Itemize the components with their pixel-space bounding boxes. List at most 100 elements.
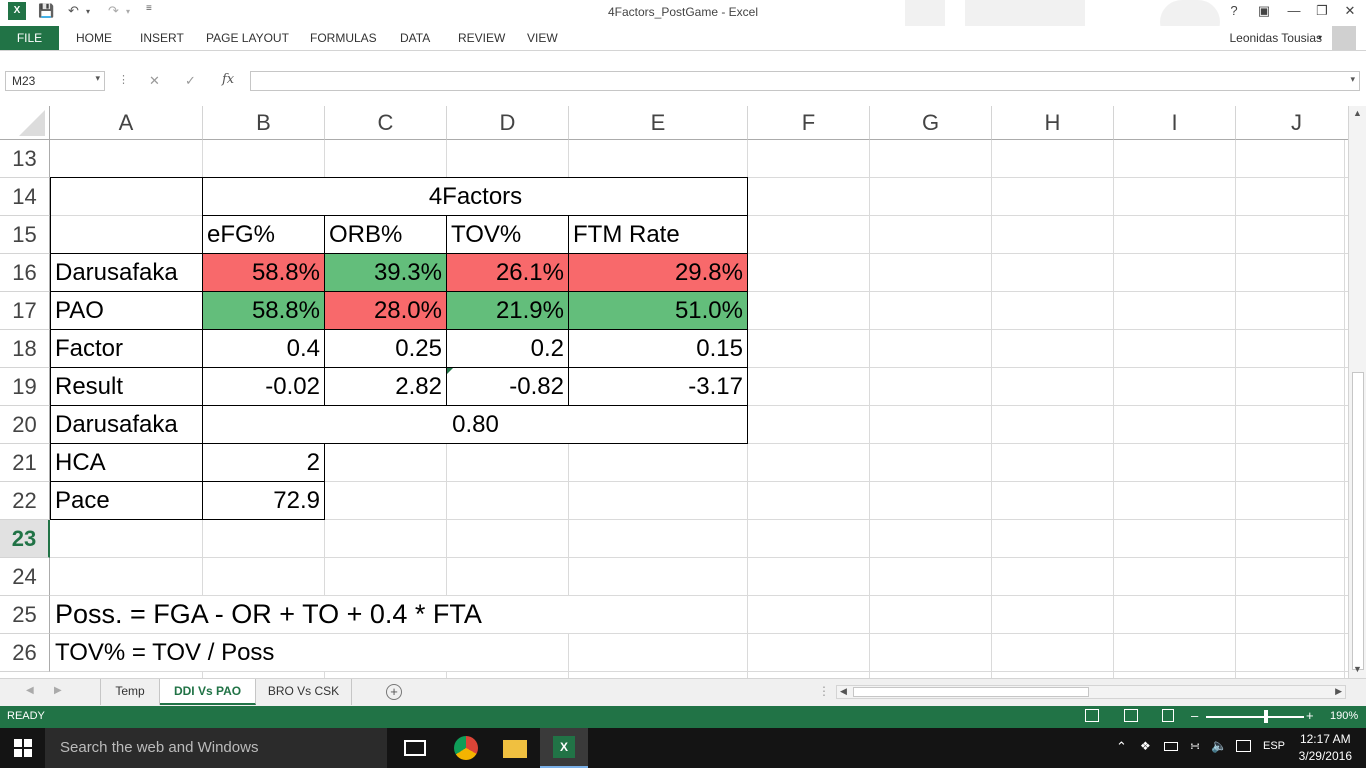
tab-data[interactable]: DATA (400, 31, 430, 45)
row-header-16[interactable]: 16 (0, 254, 50, 292)
column-header-c[interactable]: C (325, 106, 447, 140)
pao-orb[interactable]: 28.0% (325, 292, 446, 329)
horizontal-scrollbar[interactable]: ◀ ▶ (836, 685, 1346, 699)
row-header-15[interactable]: 15 (0, 216, 50, 254)
column-header-e[interactable]: E (569, 106, 748, 140)
chevron-down-icon[interactable]: ▾ (95, 73, 100, 84)
sheet-tab-bro-vs-csk[interactable]: BRO Vs CSK (256, 679, 352, 705)
tab-file[interactable]: FILE (0, 26, 59, 50)
factor-tov[interactable]: 0.2 (447, 330, 568, 367)
zoom-out-icon[interactable]: – (1191, 708, 1198, 723)
team-name-darusafaka[interactable]: Darusafaka (51, 254, 202, 291)
zoom-in-icon[interactable]: + (1306, 708, 1314, 723)
cancel-icon[interactable]: ✕ (149, 73, 160, 89)
row-header-24[interactable]: 24 (0, 558, 50, 596)
page-layout-view-icon[interactable] (1124, 709, 1138, 722)
wifi-icon[interactable]: ∺ (1190, 739, 1200, 753)
pao-efg[interactable]: 58.8% (203, 292, 324, 329)
vertical-scrollbar[interactable]: ▲ ▼ (1348, 106, 1366, 678)
scroll-right-icon[interactable]: ▶ (1335, 686, 1342, 697)
user-name[interactable]: Leonidas Tousias (1229, 31, 1322, 45)
column-header-f[interactable]: F (748, 106, 870, 140)
darusafaka-orb[interactable]: 39.3% (325, 254, 446, 291)
next-sheet-icon[interactable]: ▶ (54, 685, 62, 696)
pace-value[interactable]: 72.9 (203, 482, 324, 519)
formula-input[interactable]: ▾ (250, 71, 1360, 91)
pao-tov[interactable]: 21.9% (447, 292, 568, 329)
volume-icon[interactable]: 🔈 (1211, 738, 1227, 754)
name-box[interactable]: M23 ▾ (5, 71, 105, 91)
avatar[interactable] (1332, 26, 1356, 50)
input-language[interactable]: ESP (1263, 740, 1285, 752)
row-header-17[interactable]: 17 (0, 292, 50, 330)
factor-label-orb[interactable]: ORB% (325, 216, 446, 253)
restore-icon[interactable]: ❐ (1308, 3, 1336, 19)
expand-formula-icon[interactable]: ▾ (1350, 74, 1355, 85)
factor-row-label[interactable]: Factor (51, 330, 202, 367)
row-header-26[interactable]: 26 (0, 634, 50, 672)
column-header-a[interactable]: A (50, 106, 203, 140)
column-header-d[interactable]: D (447, 106, 569, 140)
add-sheet-icon[interactable]: + (386, 684, 402, 700)
winner-margin[interactable]: 0.80 (203, 406, 748, 443)
result-row-label[interactable]: Result (51, 368, 202, 405)
battery-icon[interactable] (1164, 742, 1178, 751)
more-icon[interactable]: ⋮ (118, 73, 129, 86)
row-header-21[interactable]: 21 (0, 444, 50, 482)
tab-view[interactable]: VIEW (527, 31, 558, 45)
factor-label-tov[interactable]: TOV% (447, 216, 568, 253)
factor-ftm[interactable]: 0.15 (569, 330, 747, 367)
prev-sheet-icon[interactable]: ◀ (26, 685, 34, 696)
zoom-slider[interactable] (1206, 716, 1304, 718)
row-header-14[interactable]: 14 (0, 178, 50, 216)
zoom-slider-handle[interactable] (1264, 710, 1268, 723)
normal-view-icon[interactable] (1085, 709, 1099, 722)
column-header-h[interactable]: H (992, 106, 1114, 140)
help-icon[interactable]: ? (1220, 3, 1248, 18)
winner-label[interactable]: Darusafaka (51, 406, 202, 443)
table-title[interactable]: 4Factors (203, 178, 748, 215)
vertical-scroll-thumb[interactable] (1352, 372, 1364, 670)
factor-label-ftm[interactable]: FTM Rate (569, 216, 747, 253)
horizontal-scroll-thumb[interactable] (853, 687, 1089, 697)
tab-formulas[interactable]: FORMULAS (310, 31, 377, 45)
darusafaka-tov[interactable]: 26.1% (447, 254, 568, 291)
sheet-tab-temp[interactable]: Temp (100, 679, 160, 705)
result-tov[interactable]: -0.82 (447, 368, 568, 405)
result-efg[interactable]: -0.02 (203, 368, 324, 405)
factor-label-efg[interactable]: eFG% (203, 216, 324, 253)
result-orb[interactable]: 2.82 (325, 368, 446, 405)
factor-orb[interactable]: 0.25 (325, 330, 446, 367)
enter-icon[interactable]: ✓ (185, 73, 196, 89)
chrome-icon[interactable] (454, 736, 478, 760)
system-clock[interactable]: 12:17 AM 3/29/2016 (1299, 731, 1352, 765)
row-header-13[interactable]: 13 (0, 140, 50, 178)
pao-ftm[interactable]: 51.0% (569, 292, 747, 329)
close-icon[interactable]: ✕ (1336, 3, 1364, 19)
row-header-18[interactable]: 18 (0, 330, 50, 368)
sheet-tab-ddi-vs-pao[interactable]: DDI Vs PAO (160, 679, 256, 705)
row-header-20[interactable]: 20 (0, 406, 50, 444)
scroll-left-icon[interactable]: ◀ (840, 686, 847, 697)
row-header-22[interactable]: 22 (0, 482, 50, 520)
darusafaka-ftm[interactable]: 29.8% (569, 254, 747, 291)
row-header-19[interactable]: 19 (0, 368, 50, 406)
excel-taskbar-button[interactable]: X (540, 728, 588, 768)
column-header-b[interactable]: B (203, 106, 325, 140)
dropbox-icon[interactable]: ❖ (1140, 739, 1151, 753)
file-explorer-icon[interactable] (503, 740, 527, 758)
row-header-25[interactable]: 25 (0, 596, 50, 634)
column-header-g[interactable]: G (870, 106, 992, 140)
tab-insert[interactable]: INSERT (140, 31, 184, 45)
hca-value[interactable]: 2 (203, 444, 324, 481)
select-all-button[interactable] (0, 106, 50, 140)
scroll-up-icon[interactable]: ▲ (1353, 108, 1362, 118)
taskbar-search-box[interactable]: Search the web and Windows (45, 728, 387, 768)
column-header-i[interactable]: I (1114, 106, 1236, 140)
user-dropdown-icon[interactable]: ▾ (1318, 33, 1322, 42)
tab-page-layout[interactable]: PAGE LAYOUT (206, 31, 289, 45)
tab-home[interactable]: HOME (76, 31, 112, 45)
page-break-view-icon[interactable] (1162, 709, 1174, 722)
darusafaka-efg[interactable]: 58.8% (203, 254, 324, 291)
team-name-pao[interactable]: PAO (51, 292, 202, 329)
